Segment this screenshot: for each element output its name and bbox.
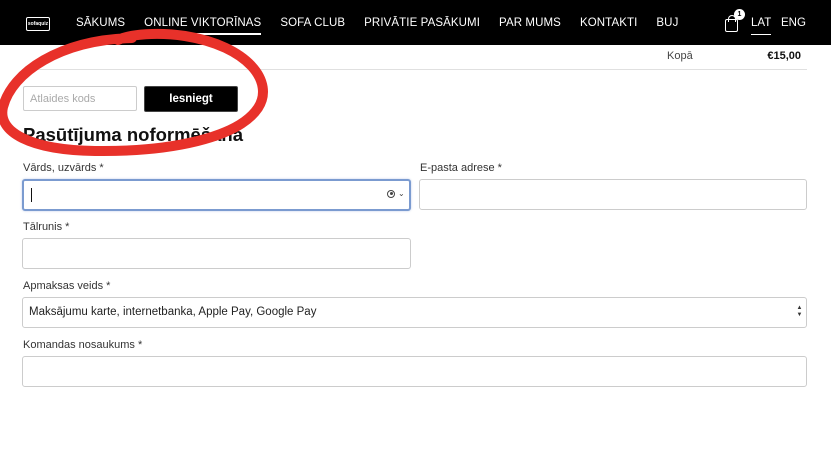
contact-autofill-icon[interactable]: ⌄ (387, 189, 405, 201)
nav-item-online-viktorinas[interactable]: ONLINE VIKTORĪNAS (144, 17, 262, 35)
team-name-label: Komandas nosaukums * (23, 339, 143, 351)
checkout-title: Pasūtījuma noformēšana (23, 124, 244, 145)
main-menu: SĀKUMS ONLINE VIKTORĪNAS SOFA CLUB PRIVĀ… (76, 0, 678, 45)
language-eng[interactable]: ENG (781, 17, 806, 29)
payment-method-value: Maksājumu karte, internetbanka, Apple Pa… (29, 306, 317, 318)
language-lat[interactable]: LAT (751, 17, 772, 35)
nav-item-par-mums[interactable]: PAR MUMS (499, 17, 561, 29)
email-field[interactable] (419, 179, 807, 210)
nav-item-privatie-pasakumi[interactable]: PRIVĀTIE PASĀKUMI (364, 17, 480, 29)
top-navigation: sofaquiz SĀKUMS ONLINE VIKTORĪNAS SOFA C… (0, 0, 831, 45)
select-arrows-icon: ▲ ▼ (796, 305, 803, 318)
nav-item-sakums[interactable]: SĀKUMS (76, 17, 125, 29)
chevron-down-icon: ⌄ (398, 189, 405, 198)
coupon-submit-button[interactable]: Iesniegt (144, 86, 238, 112)
coupon-code-input[interactable] (23, 86, 137, 111)
phone-field[interactable] (22, 238, 411, 269)
payment-method-select[interactable]: Maksājumu karte, internetbanka, Apple Pa… (22, 297, 807, 328)
email-label: E-pasta adrese * (420, 162, 502, 174)
phone-label: Tālrunis * (23, 221, 70, 233)
total-value: €15,00 (767, 50, 801, 62)
order-total-row: Kopā €15,00 (22, 46, 807, 70)
payment-method-label: Apmaksas veids * (23, 280, 111, 292)
total-label: Kopā (667, 50, 693, 62)
text-cursor (31, 188, 32, 202)
name-field[interactable]: ⌄ (22, 179, 411, 211)
nav-item-buj[interactable]: BUJ (656, 17, 678, 29)
nav-item-sofa-club[interactable]: SOFA CLUB (280, 17, 345, 29)
cart-count-badge: 1 (734, 9, 745, 20)
cart-button[interactable]: 1 (723, 9, 745, 33)
nav-item-kontakti[interactable]: KONTAKTI (580, 17, 637, 29)
sofaquiz-logo[interactable]: sofaquiz (26, 17, 50, 31)
name-label: Vārds, uzvārds * (23, 162, 104, 174)
team-name-field[interactable] (22, 356, 807, 387)
red-annotation-ellipse (0, 28, 268, 157)
